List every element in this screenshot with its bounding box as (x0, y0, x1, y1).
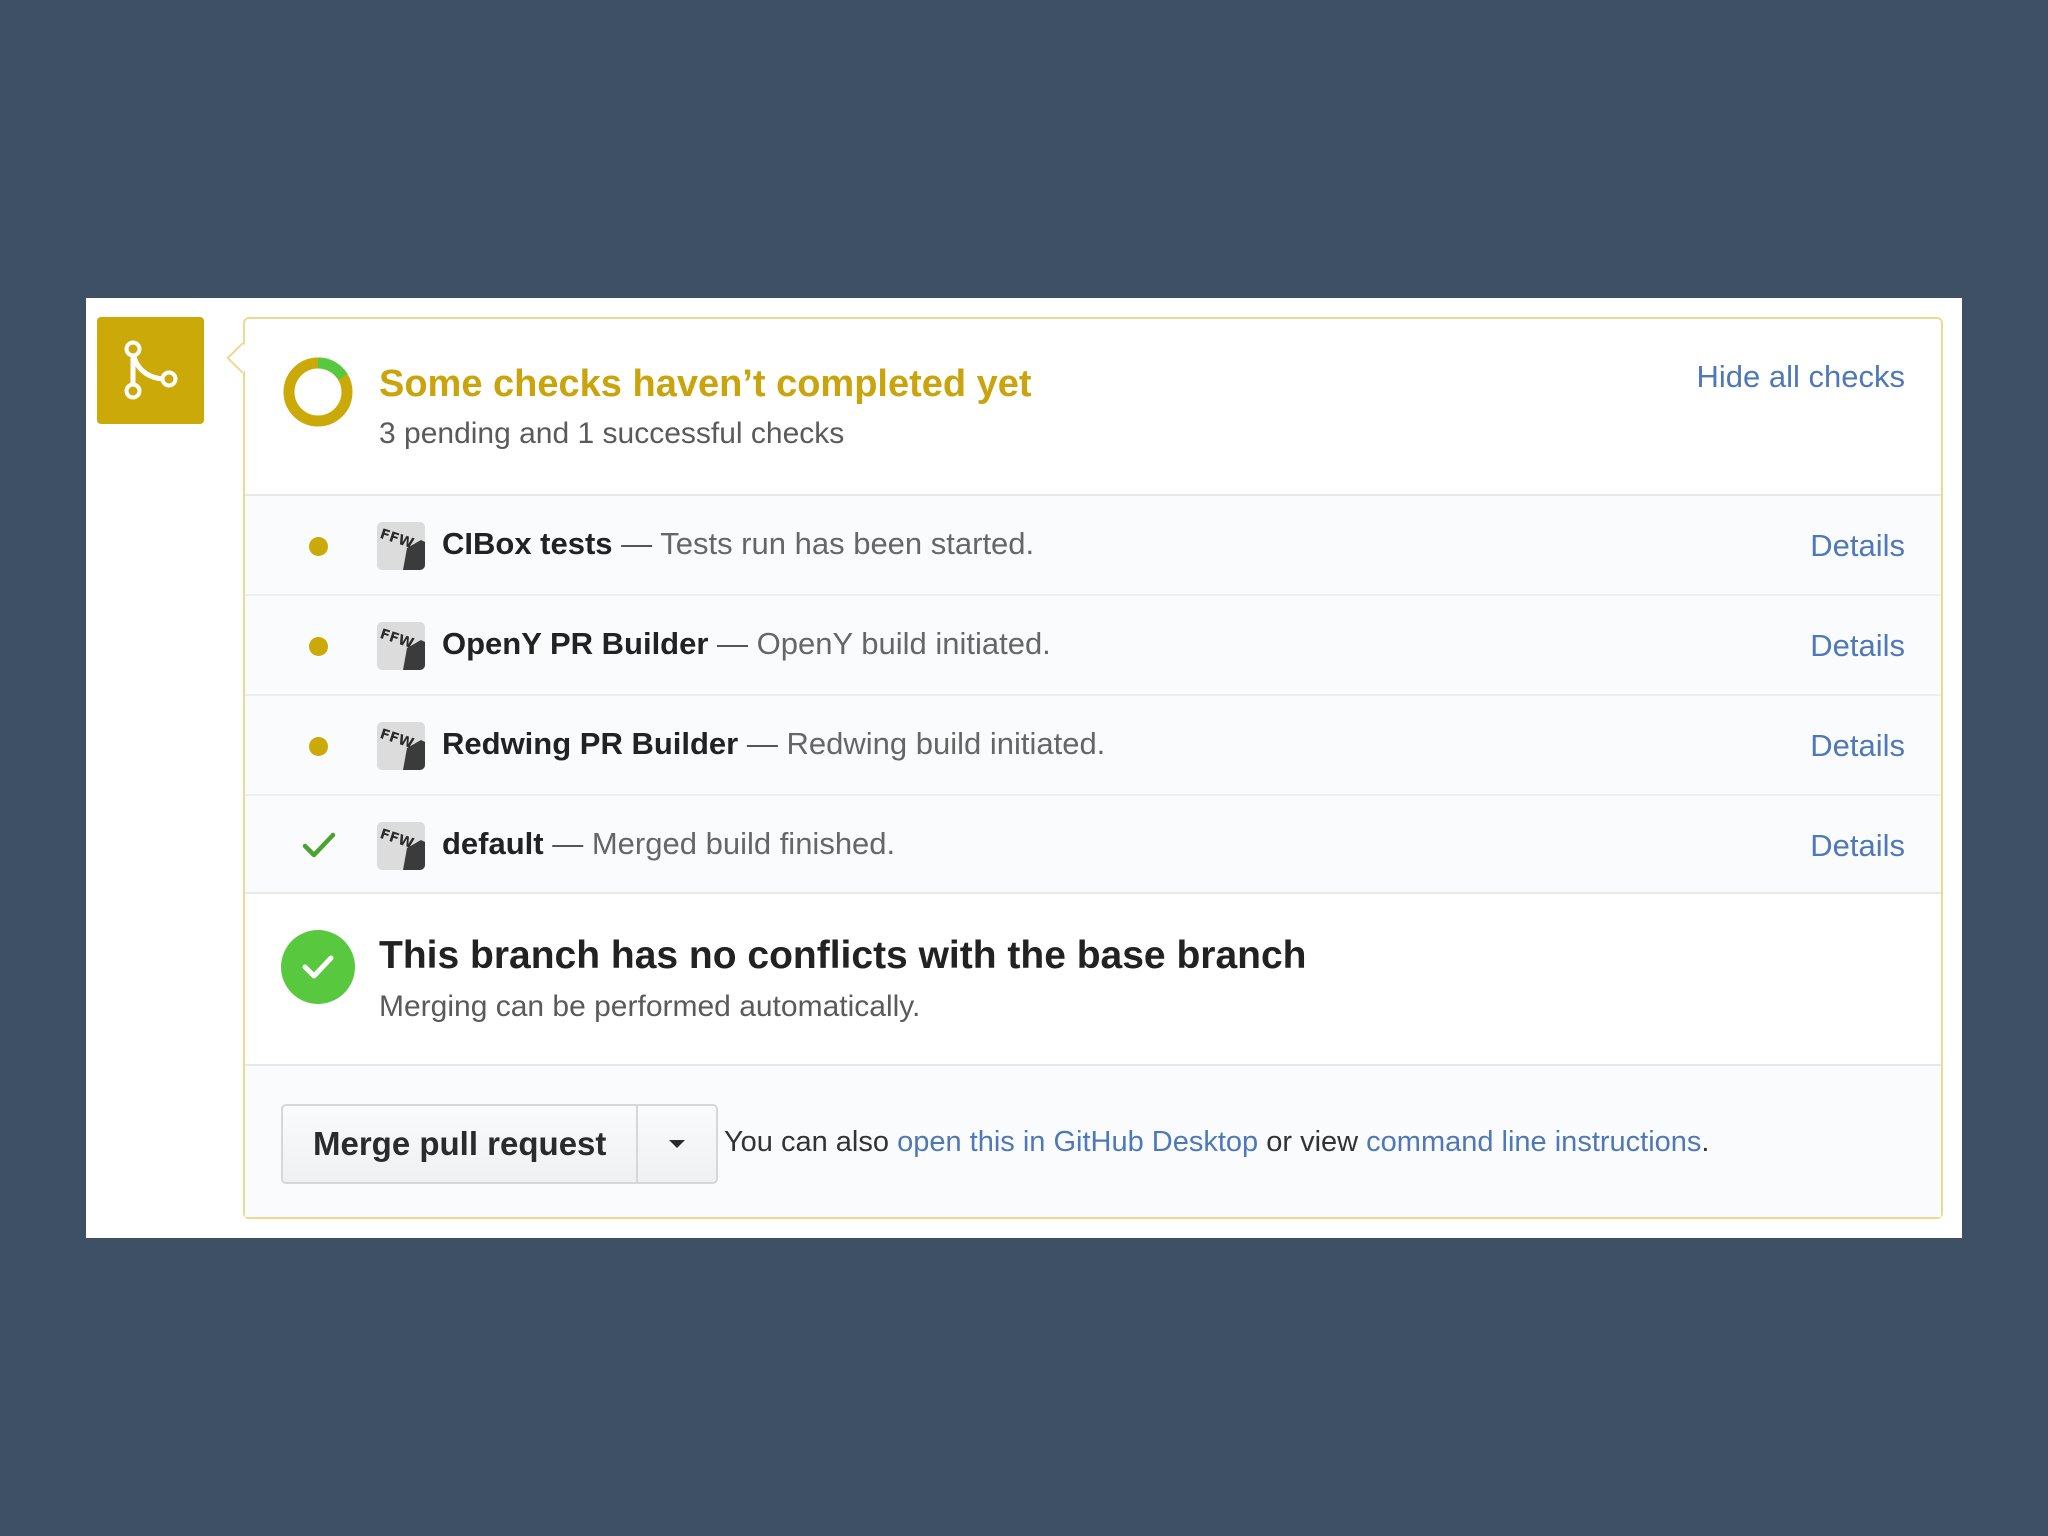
merge-info-middle: or view (1258, 1126, 1367, 1158)
ffw-avatar: FFW (377, 722, 425, 770)
ffw-avatar: FFW (377, 622, 425, 670)
check-text: CIBox tests — Tests run has been started… (442, 526, 1034, 562)
branch-conflict-status: This branch has no conflicts with the ba… (245, 894, 1941, 1066)
hide-all-checks-link[interactable]: Hide all checks (1697, 359, 1905, 395)
merge-status-box: Some checks haven’t completed yet 3 pend… (226, 317, 1943, 1219)
ffw-avatar: FFW (377, 822, 425, 870)
merge-info-suffix: . (1701, 1126, 1710, 1158)
check-text: OpenY PR Builder — OpenY build initiated… (442, 626, 1051, 662)
check-description: Merged build finished. (591, 826, 896, 861)
check-separator: — (543, 826, 592, 861)
merge-pull-request-button[interactable]: Merge pull request (283, 1106, 639, 1182)
details-link[interactable]: Details (1810, 528, 1905, 564)
check-description: Tests run has been started. (660, 526, 1035, 561)
pending-ring-icon (281, 355, 355, 429)
check-row-redwing-pr-builder: FFW Redwing PR Builder — Redwing build i… (245, 696, 1941, 796)
checks-status-summary: 3 pending and 1 successful checks (379, 417, 845, 450)
conflict-status-title: This branch has no conflicts with the ba… (379, 934, 1307, 977)
merge-alternatives-text: You can also open this in GitHub Desktop… (724, 1126, 1709, 1159)
caret-down-icon (669, 1140, 686, 1148)
check-separator: — (738, 726, 787, 761)
check-text: default — Merged build finished. (442, 826, 895, 862)
check-separator: — (708, 626, 757, 661)
check-text: Redwing PR Builder — Redwing build initi… (442, 726, 1105, 762)
command-line-instructions-link[interactable]: command line instructions (1366, 1126, 1701, 1158)
pending-dot-icon (309, 737, 328, 756)
check-name: CIBox tests (442, 526, 613, 561)
checks-list: FFW CIBox tests — Tests run has been sta… (245, 494, 1941, 894)
pending-dot-icon (309, 637, 328, 656)
git-merge-icon (97, 317, 204, 424)
details-link[interactable]: Details (1810, 628, 1905, 664)
open-in-github-desktop-link[interactable]: open this in GitHub Desktop (897, 1126, 1258, 1158)
check-name: OpenY PR Builder (442, 626, 709, 661)
check-circle-icon (281, 930, 355, 1004)
check-name: default (442, 826, 544, 861)
merge-button-group: Merge pull request (281, 1104, 719, 1184)
check-name: Redwing PR Builder (442, 726, 739, 761)
ffw-avatar: FFW (377, 522, 425, 570)
check-row-default: FFW default — Merged build finished. Det… (245, 796, 1941, 896)
check-description: OpenY build initiated. (756, 626, 1051, 661)
merge-method-dropdown-button[interactable] (638, 1106, 716, 1182)
checks-status-title: Some checks haven’t completed yet (379, 363, 1032, 405)
checks-status-header: Some checks haven’t completed yet 3 pend… (245, 319, 1941, 494)
check-separator: — (612, 526, 661, 561)
check-row-openy-pr-builder: FFW OpenY PR Builder — OpenY build initi… (245, 596, 1941, 696)
check-description: Redwing build initiated. (786, 726, 1106, 761)
check-row-cibox-tests: FFW CIBox tests — Tests run has been sta… (245, 496, 1941, 596)
merge-actions: Merge pull request You can also open thi… (245, 1066, 1941, 1217)
merge-info-prefix: You can also (724, 1126, 898, 1158)
conflict-status-subtitle: Merging can be performed automatically. (379, 990, 921, 1023)
details-link[interactable]: Details (1810, 728, 1905, 764)
pending-dot-icon (309, 537, 328, 556)
details-link[interactable]: Details (1810, 828, 1905, 864)
success-check-icon (302, 830, 336, 860)
